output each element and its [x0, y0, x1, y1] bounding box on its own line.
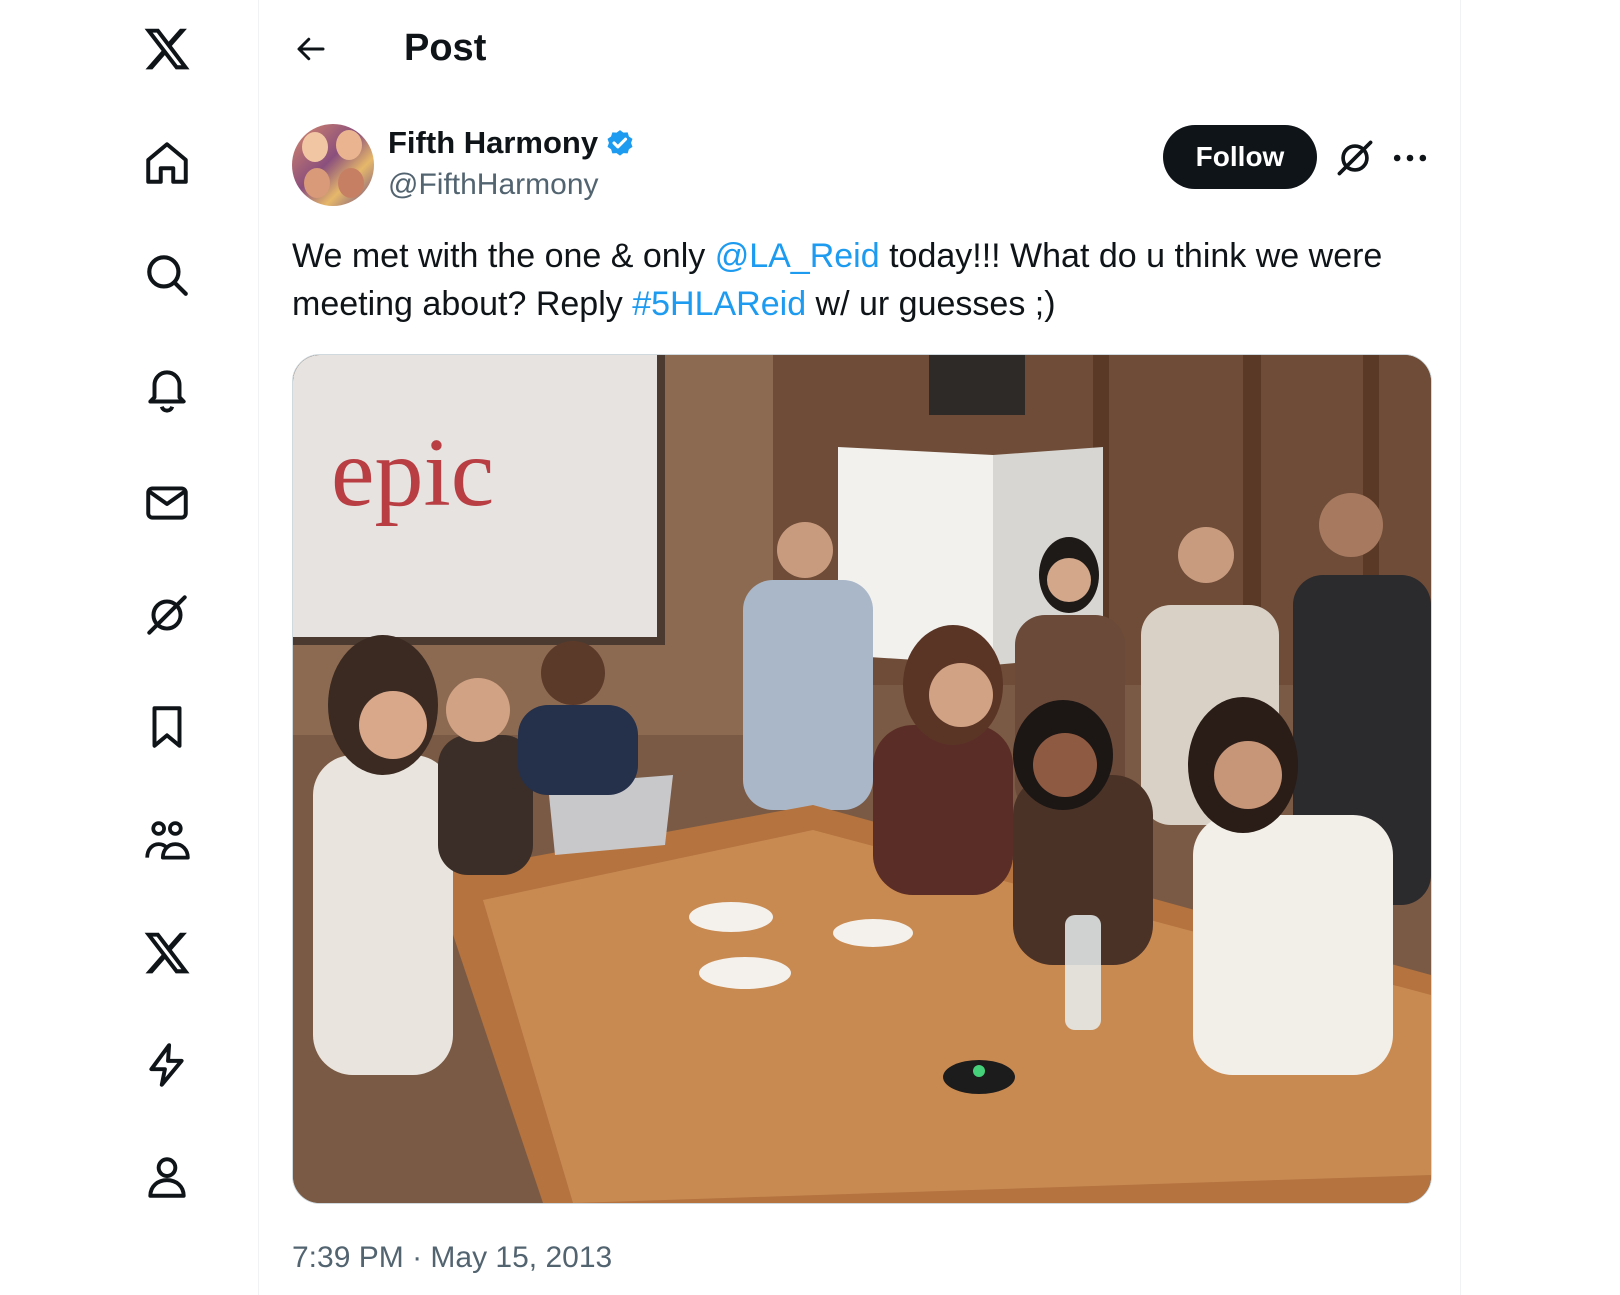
post-text: We met with the one & only @LA_Reid toda…	[292, 232, 1412, 328]
hashtag-link[interactable]: #5HLAReid	[632, 285, 806, 323]
post-text-part: w/ ur guesses ;)	[806, 285, 1056, 323]
post-time[interactable]: 7:39 PM	[292, 1241, 404, 1274]
search-icon[interactable]	[140, 248, 194, 302]
main-column: Post Fifth Harmony @FifthHarmony Follow …	[258, 0, 1461, 1295]
meeting-room-photo: epic	[293, 355, 1431, 1203]
grok-icon[interactable]	[1333, 136, 1377, 180]
notifications-icon[interactable]	[140, 362, 194, 416]
messages-icon[interactable]	[140, 476, 194, 530]
post-text-part: We met with the one & only	[292, 237, 715, 275]
grok-icon[interactable]	[140, 588, 194, 642]
post-timestamp: 7:39 PM · May 15, 2013	[292, 1238, 612, 1278]
author-handle[interactable]: @FifthHarmony	[388, 166, 599, 204]
profile-icon[interactable]	[140, 1150, 194, 1204]
mention-link[interactable]: @LA_Reid	[715, 237, 880, 275]
timestamp-separator: ·	[403, 1241, 431, 1274]
avatar[interactable]	[292, 124, 374, 206]
more-options-icon[interactable]	[1388, 136, 1432, 180]
follow-button[interactable]: Follow	[1163, 125, 1317, 189]
left-nav	[0, 0, 259, 1295]
bookmarks-icon[interactable]	[140, 700, 194, 754]
verified-badge-icon[interactable]	[603, 128, 637, 162]
x-logo-icon[interactable]	[140, 22, 194, 76]
author-display-name[interactable]: Fifth Harmony	[388, 124, 598, 162]
premium-icon[interactable]	[140, 926, 194, 980]
communities-icon[interactable]	[140, 814, 194, 868]
back-arrow-icon[interactable]	[284, 22, 338, 76]
home-icon[interactable]	[140, 136, 194, 190]
post-date[interactable]: May 15, 2013	[430, 1241, 612, 1274]
screen-logo-text: epic	[331, 419, 494, 527]
verified-orgs-icon[interactable]	[140, 1038, 194, 1092]
post-photo[interactable]: epic	[292, 354, 1432, 1204]
page-title: Post	[404, 27, 487, 69]
